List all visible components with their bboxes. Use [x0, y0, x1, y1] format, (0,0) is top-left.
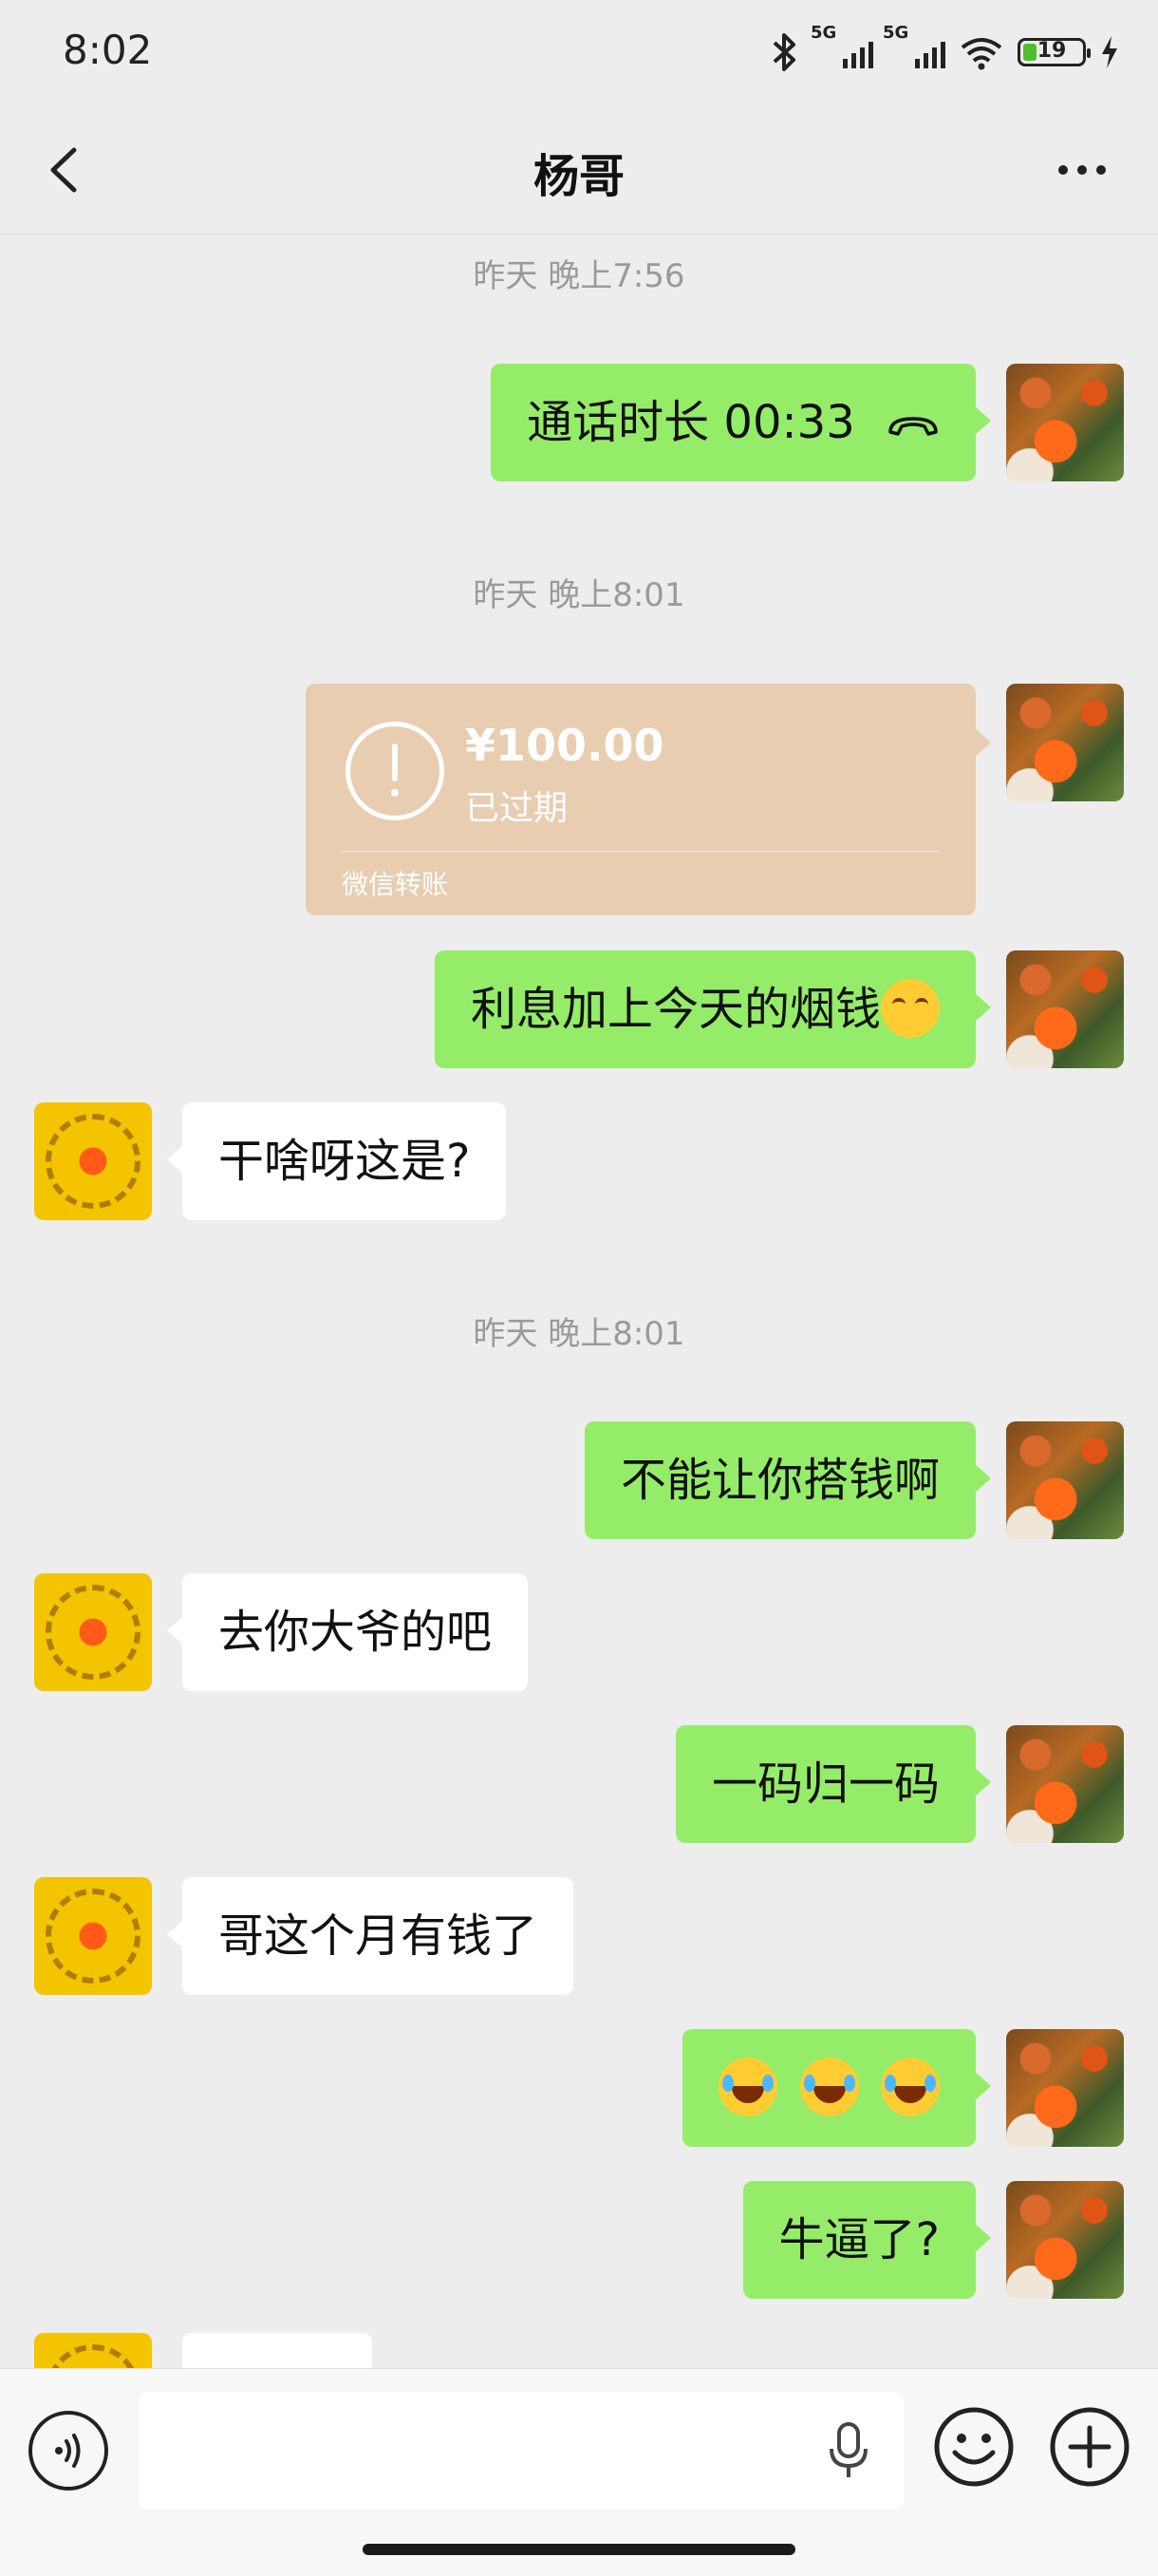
message-bubble[interactable]	[182, 2333, 372, 2368]
message-bubble[interactable]: 一码归一码	[675, 1725, 992, 1843]
network-type-label: 5G	[883, 23, 909, 43]
message-text: 一码归一码	[711, 1758, 940, 1811]
call-end-icon	[888, 417, 938, 436]
message-bubble-emoji[interactable]	[682, 2029, 991, 2147]
message-input[interactable]	[139, 2392, 904, 2510]
smirk-emoji-icon	[881, 979, 940, 1038]
my-avatar[interactable]	[1006, 1725, 1124, 1843]
message-text: 去你大爷的吧	[218, 1606, 493, 1659]
expired-warning-icon	[346, 722, 444, 820]
message-bubble[interactable]: 不能让你搭钱啊	[584, 1421, 992, 1539]
bluetooth-icon	[773, 33, 795, 71]
microphone-icon[interactable]	[828, 2420, 869, 2481]
divider	[342, 851, 940, 852]
my-avatar[interactable]	[1006, 2029, 1124, 2147]
more-horizontal-icon	[1058, 165, 1068, 175]
message-bubble[interactable]: 哥这个月有钱了	[166, 1877, 574, 1995]
message-list[interactable]: 昨天 晚上7:56 通话时长 00:33 昨天 晚上8:01 ¥100.00 已…	[0, 235, 1158, 2368]
message-text: 哥这个月有钱了	[218, 1909, 538, 1963]
message-bubble[interactable]: 干啥呀这是?	[166, 1102, 507, 1220]
status-bar: 8:02 5G 5G 19	[0, 0, 1158, 104]
wifi-icon	[961, 38, 1002, 70]
charging-icon	[1102, 36, 1117, 68]
transfer-status: 已过期	[465, 789, 569, 828]
message-text: 利息加上今天的烟钱	[470, 983, 881, 1036]
network-type-label: 5G	[811, 23, 837, 43]
battery-level: 19	[1037, 39, 1067, 63]
status-icons: 5G 5G 19	[769, 23, 1120, 76]
message-text: 牛逼了?	[778, 2213, 940, 2266]
contact-avatar[interactable]	[34, 1102, 152, 1220]
contact-avatar[interactable]	[34, 1573, 152, 1691]
message-bubble-call[interactable]: 通话时长 00:33	[491, 364, 991, 481]
my-avatar[interactable]	[1006, 2181, 1124, 2299]
signal-icon: 5G	[811, 23, 873, 68]
message-text: 干啥呀这是?	[218, 1135, 471, 1188]
battery-icon: 19	[1018, 38, 1091, 66]
chat-header: 杨哥	[0, 104, 1158, 235]
message-text: 通话时长 00:33	[527, 396, 855, 449]
my-avatar[interactable]	[1006, 684, 1124, 801]
laughing-crying-emoji-icon	[799, 2058, 859, 2116]
home-indicator[interactable]	[363, 2544, 795, 2555]
laughing-crying-emoji-icon	[719, 2058, 778, 2116]
my-avatar[interactable]	[1006, 950, 1124, 1068]
transfer-card[interactable]: ¥100.00 已过期 微信转账	[306, 684, 991, 915]
voice-input-button[interactable]	[28, 2411, 108, 2491]
input-bar	[0, 2368, 1158, 2576]
status-time: 8:02	[63, 27, 153, 73]
laughing-crying-emoji-icon	[881, 2058, 940, 2116]
transfer-amount: ¥100.00	[465, 720, 664, 771]
contact-avatar[interactable]	[34, 1877, 152, 1995]
message-timestamp: 昨天 晚上7:56	[473, 257, 685, 295]
contact-avatar[interactable]	[34, 2333, 152, 2368]
message-bubble[interactable]: 利息加上今天的烟钱	[434, 950, 992, 1068]
message-bubble[interactable]: 去你大爷的吧	[166, 1573, 529, 1691]
page-title: 杨哥	[532, 150, 625, 203]
emoji-icon[interactable]	[932, 2405, 1016, 2489]
message-timestamp: 昨天 晚上8:01	[473, 1315, 685, 1353]
plus-icon[interactable]	[1048, 2405, 1131, 2489]
message-bubble[interactable]: 牛逼了?	[742, 2181, 992, 2299]
more-button[interactable]	[1044, 137, 1120, 203]
transfer-label: 微信转账	[342, 869, 449, 900]
message-text: 不能让你搭钱啊	[620, 1454, 940, 1507]
signal-icon: 5G	[883, 23, 945, 68]
voice-icon	[55, 2434, 81, 2468]
my-avatar[interactable]	[1006, 1421, 1124, 1539]
message-timestamp: 昨天 晚上8:01	[473, 576, 685, 614]
my-avatar[interactable]	[1006, 364, 1124, 481]
